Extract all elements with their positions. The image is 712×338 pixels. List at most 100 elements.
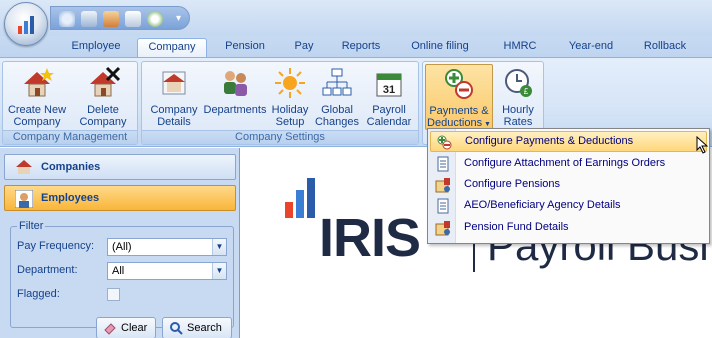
nav-companies[interactable]: Companies — [4, 154, 236, 180]
menu-item-configure-aeo[interactable]: Configure Attachment of Earnings Orders — [430, 154, 707, 175]
tab-online-filing[interactable]: Online filing — [398, 38, 482, 57]
application-menu-button[interactable] — [4, 2, 48, 46]
document-icon — [435, 156, 451, 172]
navigation-pane: Companies Employees Filter Pay Frequency… — [0, 148, 240, 338]
tab-rollback[interactable]: Rollback — [630, 38, 700, 57]
department-select[interactable]: All ▼ — [107, 262, 227, 280]
calendar-icon: 31 — [372, 66, 406, 100]
people-icon — [218, 66, 252, 100]
brand-logo-text: IRIS — [319, 208, 421, 268]
create-new-company-line2: Company — [13, 116, 61, 128]
payments-deductions-line1: Payments & — [429, 105, 489, 117]
pay-frequency-select[interactable]: (All) ▼ — [107, 238, 227, 256]
chevron-down-icon[interactable]: ▼ — [212, 239, 226, 255]
users-icon[interactable] — [103, 11, 119, 27]
document-icon[interactable] — [147, 11, 163, 27]
menu-item-aeo-beneficiary-agency[interactable]: AEO/Beneficiary Agency Details — [430, 196, 707, 217]
menu-item-configure-pensions[interactable]: Configure Pensions — [430, 175, 707, 196]
ribbon-tabs: Employee Company Pension Pay Reports Onl… — [0, 36, 712, 57]
tab-employee[interactable]: Employee — [58, 38, 134, 57]
house-star-icon — [20, 66, 54, 100]
filter-panel: Filter Pay Frequency: (All) ▼ Department… — [10, 220, 234, 328]
org-icon[interactable] — [125, 11, 141, 27]
payments-deductions-icon — [442, 67, 476, 101]
clock-icon: £ — [501, 66, 535, 100]
global-changes-line1: Global — [321, 104, 353, 116]
company-details-line2: Details — [157, 116, 191, 128]
holiday-setup-line2: Setup — [275, 116, 305, 128]
menu-item-label: Configure Pensions — [464, 178, 561, 190]
svg-text:31: 31 — [383, 84, 395, 96]
nav-employees-label: Employees — [41, 192, 100, 204]
hourly-rates-line1: Hourly — [502, 104, 534, 116]
employee-icon — [14, 189, 34, 209]
payments-deductions-icon — [436, 134, 452, 150]
delete-company-button[interactable]: Delete Company — [71, 64, 135, 130]
hourly-rates-button[interactable]: £ Hourly Rates — [495, 64, 541, 130]
group-label-company-management: Company Management — [3, 130, 137, 144]
title-bar: ▾ — [0, 0, 712, 46]
document-icon — [435, 198, 451, 214]
global-changes-button[interactable]: Global Changes — [312, 64, 362, 130]
sun-icon — [273, 66, 307, 100]
department-value: All — [112, 265, 125, 277]
menu-item-label: Configure Payments & Deductions — [465, 135, 634, 147]
holiday-setup-button[interactable]: Holiday Setup — [268, 64, 312, 130]
tab-reports[interactable]: Reports — [331, 38, 391, 57]
iris-logo-icon — [18, 16, 36, 34]
menu-item-label: AEO/Beneficiary Agency Details — [464, 199, 621, 211]
group-label-company-settings: Company Settings — [142, 130, 418, 144]
payments-deductions-button[interactable]: Payments & Deductions ▼ — [425, 64, 493, 130]
tab-year-end[interactable]: Year-end — [556, 38, 626, 57]
filter-legend: Filter — [17, 220, 46, 232]
hourly-rates-line2: Rates — [503, 116, 533, 128]
save-icon[interactable] — [81, 11, 97, 27]
company-details-icon — [157, 66, 191, 100]
holiday-setup-line1: Holiday — [271, 104, 309, 116]
quick-access-toolbar: ▾ — [50, 6, 190, 30]
tab-hmrc[interactable]: HMRC — [492, 38, 548, 57]
pension-icon — [435, 177, 451, 193]
search-button[interactable]: Search — [162, 317, 232, 338]
eraser-icon — [103, 321, 117, 335]
payroll-calendar-line2: Calendar — [366, 116, 412, 128]
company-details-button[interactable]: Company Details — [146, 64, 202, 130]
departments-button[interactable]: Departments — [202, 64, 268, 130]
tab-pension[interactable]: Pension — [214, 38, 276, 57]
menu-item-pension-fund-details[interactable]: Pension Fund Details — [430, 218, 707, 239]
delete-company-line1: Delete — [87, 104, 119, 116]
company-details-line1: Company — [150, 104, 198, 116]
payroll-calendar-line1: Payroll — [372, 104, 406, 116]
search-label: Search — [187, 322, 222, 334]
group-company-settings: Company Details Departments Holiday Setu… — [141, 61, 419, 145]
payroll-calendar-button[interactable]: 31 Payroll Calendar — [362, 64, 416, 130]
refresh-icon[interactable] — [59, 11, 75, 27]
pay-frequency-label: Pay Frequency: — [17, 240, 95, 252]
clear-button[interactable]: Clear — [96, 317, 156, 338]
tab-company[interactable]: Company — [137, 38, 207, 57]
flagged-checkbox[interactable] — [107, 288, 120, 301]
chevron-down-icon: ▼ — [482, 121, 491, 128]
customize-qat-icon[interactable]: ▾ — [176, 13, 181, 24]
tab-pay[interactable]: Pay — [284, 38, 324, 57]
search-icon — [169, 321, 183, 335]
menu-item-label: Configure Attachment of Earnings Orders — [464, 157, 666, 169]
mouse-pointer-icon — [696, 135, 709, 154]
create-new-company-button[interactable]: Create New Company — [5, 64, 69, 130]
pay-frequency-value: (All) — [112, 241, 132, 253]
group-company-management: Create New Company Delete Company Compan… — [2, 61, 138, 145]
nav-employees[interactable]: Employees — [4, 185, 236, 211]
delete-company-line2: Company — [79, 116, 127, 128]
chevron-down-icon[interactable]: ▼ — [212, 263, 226, 279]
menu-item-configure-payments-deductions[interactable]: Configure Payments & Deductions — [430, 131, 707, 152]
company-icon — [15, 159, 33, 175]
departments-line1: Departments — [203, 104, 267, 116]
department-label: Department: — [17, 264, 78, 276]
org-chart-icon — [320, 66, 354, 100]
nav-companies-label: Companies — [41, 161, 101, 173]
create-new-company-line1: Create New — [7, 104, 67, 116]
svg-text:£: £ — [524, 87, 529, 96]
pension-icon — [435, 220, 451, 236]
menu-item-label: Pension Fund Details — [464, 221, 569, 233]
house-delete-icon — [86, 66, 121, 100]
